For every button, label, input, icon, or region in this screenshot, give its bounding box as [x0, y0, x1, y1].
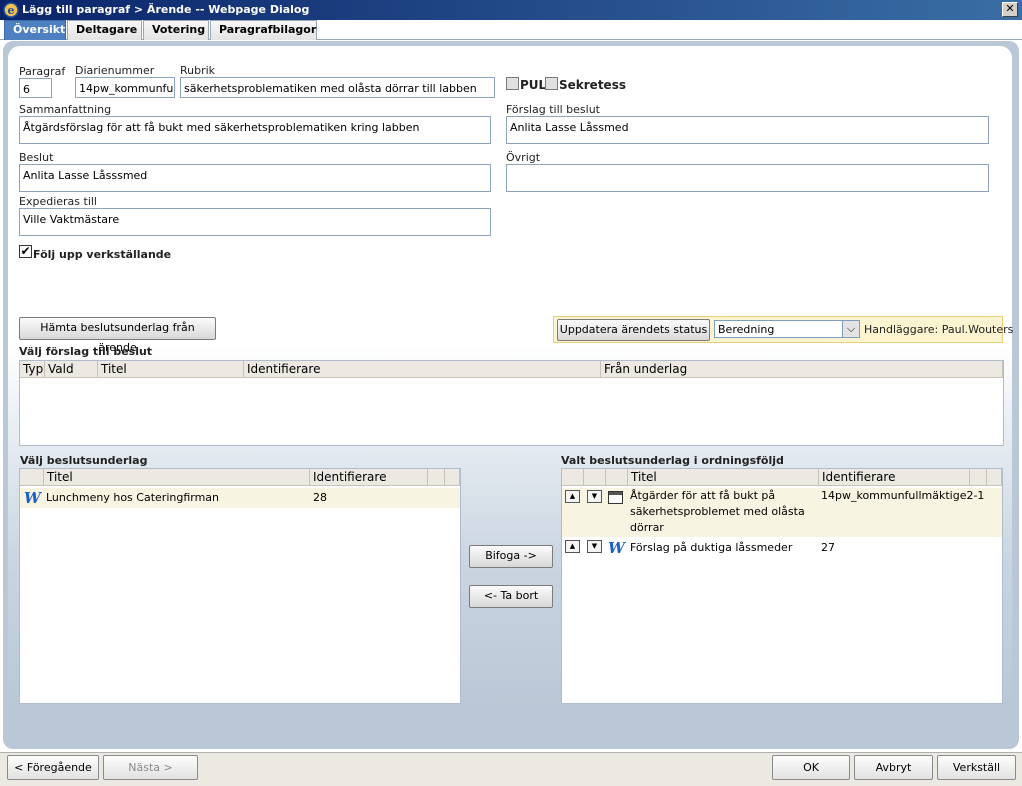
column-header-titel[interactable]: Titel — [98, 361, 244, 378]
paragraf-field[interactable]: 6 — [19, 78, 52, 98]
forslag-grid-title: Välj förslag till beslut — [19, 345, 153, 358]
row-title-line: dörrar — [630, 521, 664, 534]
word-icon: W — [24, 489, 41, 507]
window-title: Lägg till paragraf > Ärende -- Webpage D… — [22, 3, 310, 16]
window-icon — [608, 491, 623, 504]
ie-icon: e — [3, 2, 19, 18]
forslag-label: Förslag till beslut — [506, 103, 600, 116]
svg-text:e: e — [8, 4, 15, 17]
expedieras-label: Expedieras till — [19, 195, 97, 208]
row-title-line: Åtgärder för att få bukt på — [630, 489, 776, 502]
diarienummer-label: Diarienummer — [75, 64, 155, 77]
column-header-identifierare[interactable]: Identifierare — [310, 469, 428, 486]
handlaggare-label: Handläggare: Paul.Wouters — [864, 323, 1014, 336]
column-header-down — [584, 469, 606, 486]
sammanfattning-field[interactable]: Åtgärdsförslag för att få bukt med säker… — [19, 116, 491, 144]
move-down-button[interactable]: ▼ — [587, 490, 602, 503]
move-up-button[interactable]: ▲ — [565, 540, 580, 553]
folj-upp-label: Följ upp verkställande — [33, 248, 172, 261]
pul-checkbox[interactable] — [506, 77, 519, 90]
chevron-down-icon[interactable]: ⌵ — [842, 321, 859, 337]
ta-bort-button[interactable]: <- Ta bort — [469, 585, 553, 608]
column-header-extra — [987, 469, 1002, 486]
column-header-extra — [445, 469, 460, 486]
hamta-beslutsunderlag-button[interactable]: Hämta beslutsunderlag från ärende — [19, 317, 216, 354]
column-header-up — [562, 469, 584, 486]
tab-votering[interactable]: Votering — [143, 20, 209, 40]
bifoga-button[interactable]: Bifoga -> — [469, 545, 553, 568]
folj-upp-checkbox[interactable]: ✔ — [19, 245, 32, 258]
column-header-vald[interactable]: Vald — [45, 361, 98, 378]
uppdatera-status-button[interactable]: Uppdatera ärendets status — [557, 319, 710, 341]
rubrik-field[interactable]: säkerhetsproblematiken med olåsta dörrar… — [180, 77, 495, 98]
beslut-field[interactable]: Anlita Lasse Låsssmed — [19, 164, 491, 192]
list-item[interactable]: W Lunchmeny hos Cateringfirman 28 — [20, 488, 460, 508]
apply-button[interactable]: Verkställ — [937, 755, 1016, 780]
column-header-identifierare[interactable]: Identifierare — [819, 469, 970, 486]
beslut-label: Beslut — [19, 151, 54, 164]
row-identifier: 27 — [821, 541, 835, 554]
expedieras-field[interactable]: Ville Vaktmästare — [19, 208, 491, 236]
row-title: Förslag på duktiga låssmeder — [630, 541, 793, 554]
diarienummer-field[interactable]: 14pw_kommunfullm — [75, 77, 175, 98]
column-header-titel[interactable]: Titel — [44, 469, 310, 486]
rubrik-label: Rubrik — [180, 64, 216, 77]
previous-button[interactable]: < Föregående — [7, 755, 99, 780]
paragraf-label: Paragraf — [19, 65, 66, 78]
next-button[interactable]: Nästa > — [103, 755, 198, 780]
tab-oversikt[interactable]: Översikt — [4, 20, 66, 40]
move-down-button[interactable]: ▼ — [587, 540, 602, 553]
underlag-grid-title: Välj beslutsunderlag — [20, 454, 148, 467]
forslag-field[interactable]: Anlita Lasse Låssmed — [506, 116, 989, 144]
sammanfattning-label: Sammanfattning — [19, 103, 112, 116]
column-header-typ[interactable]: Typ — [20, 361, 45, 378]
column-header-extra — [428, 469, 445, 486]
list-item[interactable]: ▲ ▼ W Förslag på duktiga låssmeder 27 — [562, 538, 1002, 558]
ovrigt-label: Övrigt — [506, 151, 541, 164]
row-identifier: 28 — [313, 491, 327, 504]
column-header-fran-underlag[interactable]: Från underlag — [601, 361, 1003, 378]
cancel-button[interactable]: Avbryt — [854, 755, 933, 780]
column-header-titel[interactable]: Titel — [628, 469, 819, 486]
tab-paragrafbilagor[interactable]: Paragrafbilagor — [210, 20, 317, 40]
tab-deltagare[interactable]: Deltagare — [67, 20, 142, 40]
list-item[interactable]: ▲ ▼ Åtgärder för att få bukt på säkerhet… — [562, 488, 1002, 537]
ok-button[interactable]: OK — [772, 755, 850, 780]
title-bar: e Lägg till paragraf > Ärende -- Webpage… — [0, 0, 1022, 20]
move-up-button[interactable]: ▲ — [565, 490, 580, 503]
row-title: Lunchmeny hos Cateringfirman — [46, 491, 220, 504]
column-header-identifierare[interactable]: Identifierare — [244, 361, 601, 378]
forslag-grid: Typ Vald Titel Identifierare Från underl… — [19, 360, 1004, 446]
valt-grid-title: Valt beslutsunderlag i ordningsföljd — [561, 454, 784, 467]
column-header-icon — [20, 469, 44, 486]
row-identifier: 14pw_kommunfullmäktige2-1 — [821, 489, 985, 502]
status-select[interactable]: Beredning ⌵ — [714, 320, 860, 338]
row-title-line: säkerhetsproblemet med olåsta — [630, 505, 805, 518]
column-header-icon — [606, 469, 628, 486]
sekretess-checkbox[interactable] — [545, 77, 558, 90]
word-icon: W — [608, 539, 625, 557]
status-select-value: Beredning — [718, 323, 775, 336]
valt-grid: Titel Identifierare ▲ ▼ Åtgärder för att… — [561, 468, 1003, 704]
sekretess-label: Sekretess — [559, 78, 626, 92]
underlag-grid: Titel Identifierare W Lunchmeny hos Cate… — [19, 468, 461, 704]
close-button[interactable]: ✕ — [1002, 2, 1018, 17]
pul-label: PUL — [520, 78, 547, 92]
column-header-extra — [970, 469, 987, 486]
ovrigt-field[interactable] — [506, 164, 989, 192]
